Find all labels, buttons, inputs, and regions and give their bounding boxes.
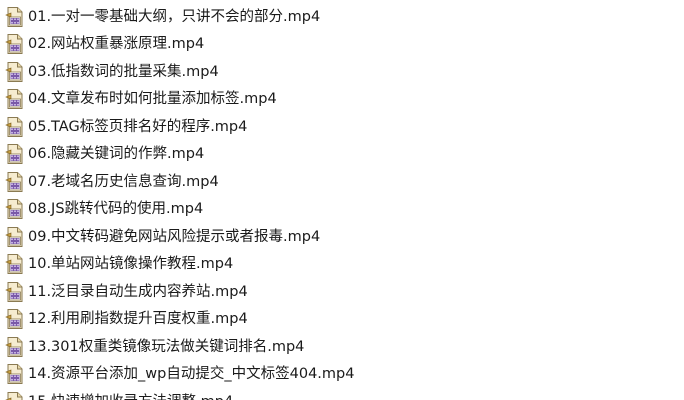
video-file-icon <box>5 226 25 248</box>
file-item[interactable]: 12.利用刷指数提升百度权重.mp4 <box>0 306 684 334</box>
file-name: 05.TAG标签页排名好的程序.mp4 <box>28 118 248 135</box>
video-file-icon <box>5 253 25 275</box>
video-file-icon <box>5 336 25 358</box>
file-name: 14.资源平台添加_wp自动提交_中文标签404.mp4 <box>28 366 355 383</box>
file-item[interactable]: 05.TAG标签页排名好的程序.mp4 <box>0 113 684 141</box>
file-name: 09.中文转码避免网站风险提示或者报毒.mp4 <box>28 228 321 245</box>
video-file-icon <box>5 198 25 220</box>
file-name: 04.文章发布时如何批量添加标签.mp4 <box>28 91 277 108</box>
file-item[interactable]: 09.中文转码避免网站风险提示或者报毒.mp4 <box>0 223 684 251</box>
file-item[interactable]: 03.低指数词的批量采集.mp4 <box>0 58 684 86</box>
file-list: 01.一对一零基础大纲，只讲不会的部分.mp4 02.网站权重暴涨原理.mp4 <box>0 0 684 400</box>
file-name: 03.低指数词的批量采集.mp4 <box>28 63 219 80</box>
file-item[interactable]: 02.网站权重暴涨原理.mp4 <box>0 31 684 59</box>
file-item[interactable]: 13.301权重类镜像玩法做关键词排名.mp4 <box>0 333 684 361</box>
video-file-icon <box>5 281 25 303</box>
file-name: 13.301权重类镜像玩法做关键词排名.mp4 <box>28 338 305 355</box>
video-file-icon <box>5 143 25 165</box>
file-name: 01.一对一零基础大纲，只讲不会的部分.mp4 <box>28 8 321 25</box>
file-item[interactable]: 04.文章发布时如何批量添加标签.mp4 <box>0 86 684 114</box>
video-file-icon <box>5 391 25 400</box>
file-name: 11.泛目录自动生成内容养站.mp4 <box>28 283 248 300</box>
file-item[interactable]: 11.泛目录自动生成内容养站.mp4 <box>0 278 684 306</box>
video-file-icon <box>5 61 25 83</box>
video-file-icon <box>5 33 25 55</box>
video-file-icon <box>5 116 25 138</box>
file-name: 12.利用刷指数提升百度权重.mp4 <box>28 311 248 328</box>
file-item[interactable]: 06.隐藏关键词的作弊.mp4 <box>0 141 684 169</box>
video-file-icon <box>5 6 25 28</box>
file-name: 08.JS跳转代码的使用.mp4 <box>28 201 204 218</box>
video-file-icon <box>5 171 25 193</box>
file-item[interactable]: 01.一对一零基础大纲，只讲不会的部分.mp4 <box>0 3 684 31</box>
file-item[interactable]: 10.单站网站镜像操作教程.mp4 <box>0 251 684 279</box>
file-name: 15.快速增加收录方法调整.mp4 <box>28 391 233 400</box>
file-item[interactable]: 07.老域名历史信息查询.mp4 <box>0 168 684 196</box>
file-name: 06.隐藏关键词的作弊.mp4 <box>28 146 205 163</box>
video-file-icon <box>5 88 25 110</box>
file-name: 02.网站权重暴涨原理.mp4 <box>28 36 205 53</box>
file-name: 07.老域名历史信息查询.mp4 <box>28 173 219 190</box>
file-item[interactable]: 14.资源平台添加_wp自动提交_中文标签404.mp4 <box>0 361 684 389</box>
video-file-icon <box>5 363 25 385</box>
file-item[interactable]: 15.快速增加收录方法调整.mp4 <box>0 388 684 400</box>
video-file-icon <box>5 308 25 330</box>
file-name: 10.单站网站镜像操作教程.mp4 <box>28 256 234 273</box>
file-item[interactable]: 08.JS跳转代码的使用.mp4 <box>0 196 684 224</box>
